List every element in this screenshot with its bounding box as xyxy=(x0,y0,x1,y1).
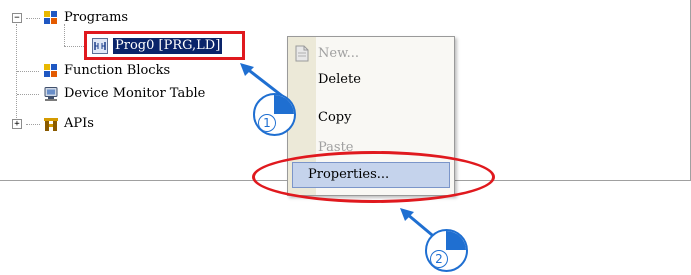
menu-item-new[interactable]: New... xyxy=(318,43,359,65)
tree-line xyxy=(16,24,17,126)
menu-item-delete[interactable]: Delete xyxy=(318,69,361,91)
tree-item-programs[interactable]: Programs xyxy=(43,9,128,27)
tree-line xyxy=(64,24,65,46)
tree-item-label: Function Blocks xyxy=(64,63,171,78)
step-number: 2 xyxy=(430,250,448,268)
collapse-toggle[interactable]: − xyxy=(12,13,22,23)
tree-item-apis[interactable]: APIs xyxy=(43,115,94,133)
tree-item-device-monitor-table[interactable]: Device Monitor Table xyxy=(43,85,205,103)
step-number: 1 xyxy=(258,114,276,132)
tree-item-label: Device Monitor Table xyxy=(64,86,206,101)
tree-line xyxy=(17,71,39,72)
tree-line xyxy=(26,124,40,125)
highlight-ellipse-properties xyxy=(252,151,495,203)
function-blocks-folder-icon xyxy=(43,63,59,79)
menu-item-copy[interactable]: Copy xyxy=(318,107,351,129)
device-monitor-icon xyxy=(43,86,59,102)
apis-folder-icon xyxy=(43,116,59,132)
tree-item-function-blocks[interactable]: Function Blocks xyxy=(43,62,170,80)
expand-toggle[interactable]: + xyxy=(12,119,22,129)
step-1-callout: 1 xyxy=(253,93,296,136)
highlight-box-prog0 xyxy=(84,31,245,60)
tree-item-label: APIs xyxy=(64,116,94,131)
programs-folder-icon xyxy=(43,10,59,26)
callout-quarter xyxy=(446,231,466,250)
callout-quarter xyxy=(274,95,294,114)
tree-item-label: Programs xyxy=(64,10,129,25)
tree-line xyxy=(64,46,84,47)
step-2-callout: 2 xyxy=(425,229,468,272)
tree-line xyxy=(26,18,40,19)
tree-line xyxy=(17,94,39,95)
